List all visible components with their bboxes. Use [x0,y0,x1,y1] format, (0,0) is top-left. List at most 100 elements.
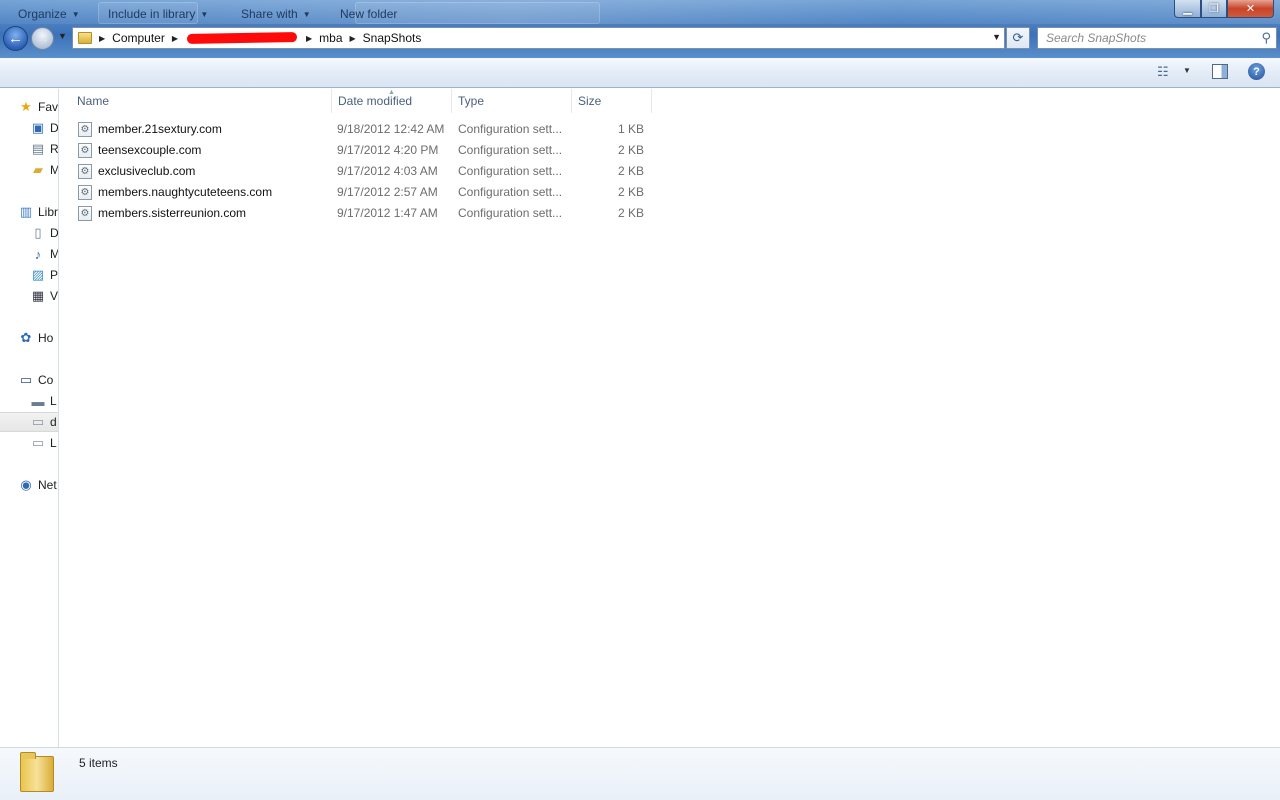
organize-button[interactable]: Organize ▼ [18,7,80,21]
chevron-down-icon: ▼ [200,9,209,19]
network-icon: ◉ [20,477,32,492]
file-row[interactable]: ⚙ exclusiveclub.com 9/17/2012 4:03 AM Co… [75,161,655,182]
nav-label: D [50,226,59,240]
close-icon: ✕ [1245,3,1256,15]
libraries-icon: ▥ [19,204,33,219]
search-icon[interactable]: ⚲ [1261,30,1271,46]
star-icon: ★ [20,99,32,114]
chevron-down-icon: ▼ [302,9,311,19]
column-separator[interactable] [651,89,652,113]
nav-desktop[interactable]: ▣ D [30,118,58,138]
nav-drive[interactable]: ▭ L [30,433,58,453]
config-file-icon: ⚙ [78,185,92,200]
nav-label: V [50,289,59,303]
column-date-label: Date modified [338,94,413,108]
refresh-button[interactable]: ⟳ [1006,27,1030,49]
nav-music[interactable]: ♪ M [30,244,58,264]
file-name: member.21sextury.com [98,122,222,136]
column-type-label: Type [458,94,485,108]
nav-label: Co [38,373,54,387]
share-with-button[interactable]: Share with ▼ [241,7,311,21]
nav-label: Libr [38,205,59,219]
file-row[interactable]: ⚙ member.21sextury.com 9/18/2012 12:42 A… [75,119,655,140]
include-in-library-label: Include in library [108,7,196,21]
music-icon: ♪ [34,246,42,262]
search-input[interactable]: Search SnapShots ⚲ [1037,27,1277,49]
videos-icon: ▦ [31,288,45,303]
documents-icon: ▯ [34,225,42,240]
chevron-right-icon[interactable]: ▶ [99,34,105,43]
help-icon[interactable]: ? [1248,63,1265,80]
file-date: 9/17/2012 4:03 AM [337,164,438,178]
nav-label: M [50,163,59,177]
forward-button[interactable]: → [31,27,54,50]
nav-local-disk[interactable]: ▬ L [30,391,58,411]
nav-recent-places[interactable]: ▤ R [30,139,59,159]
folder-icon [20,752,54,792]
file-list-pane: Name ▲ Date modified Type Size ⚙ member.… [60,89,1280,747]
file-name: members.sisterreunion.com [98,206,247,220]
address-dropdown-icon[interactable]: ▼ [992,32,1001,42]
file-row[interactable]: ⚙ members.sisterreunion.com 9/17/2012 1:… [75,203,655,224]
command-bar [0,58,1280,88]
breadcrumb-mba[interactable]: mba [319,31,342,45]
file-size: 2 KB [617,164,644,178]
view-options-dropdown[interactable]: ▼ [1183,66,1191,75]
nav-documents[interactable]: ▯ D [30,223,59,243]
minimize-icon: ▁ [1183,3,1192,15]
address-bar[interactable]: ▶ Computer ▶ ▶ mba ▶ SnapShots ▼ [72,27,1005,49]
folder-icon [78,32,92,44]
nav-label: R [50,142,59,156]
item-count: 5 items [79,756,118,770]
nav-libraries[interactable]: ▥ Libr [18,202,59,222]
new-folder-button[interactable]: New folder [340,7,397,21]
details-pane: 5 items [0,747,1280,800]
nav-computer[interactable]: ▭ Co [18,370,58,390]
nav-label: Ho [38,331,54,345]
column-header-date-modified[interactable]: Date modified [321,89,451,113]
maximize-button[interactable]: ❐ [1201,0,1227,18]
nav-pictures[interactable]: ▨ P [30,265,58,285]
config-file-icon: ⚙ [78,206,92,221]
change-view-icon[interactable]: ☷ [1157,64,1175,80]
column-header-size[interactable]: Size [561,89,651,113]
file-row[interactable]: ⚙ members.naughtycuteteens.com 9/17/2012… [75,182,655,203]
nav-folder[interactable]: ▰ M [30,160,59,180]
homegroup-icon: ✿ [20,330,32,345]
include-in-library-button[interactable]: Include in library ▼ [108,7,208,21]
file-size: 2 KB [617,206,644,220]
pictures-icon: ▨ [31,267,45,282]
nav-network[interactable]: ◉ Net [18,475,58,495]
file-date: 9/17/2012 1:47 AM [337,206,438,220]
breadcrumb-snapshots[interactable]: SnapShots [363,31,422,45]
nav-label: Fav [38,100,59,114]
file-row[interactable]: ⚙ teensexcouple.com 9/17/2012 4:20 PM Co… [75,140,655,161]
column-header-name[interactable]: Name [60,89,331,113]
file-type: Configuration sett... [458,206,563,220]
nav-videos[interactable]: ▦ V [30,286,59,306]
nav-homegroup[interactable]: ✿ Ho [18,328,58,348]
column-header-type[interactable]: Type [441,89,571,113]
share-with-label: Share with [241,7,298,21]
new-folder-label: New folder [340,7,398,21]
chevron-down-icon: ▼ [71,9,80,19]
file-type: Configuration sett... [458,143,563,157]
preview-pane-icon[interactable] [1212,64,1228,79]
file-name: teensexcouple.com [98,143,202,157]
minimize-button[interactable]: ▁ [1174,0,1201,18]
close-button[interactable]: ✕ [1227,0,1274,18]
back-button[interactable]: ← [3,26,28,51]
nav-drive-selected[interactable]: ▭ d [0,412,58,432]
redaction-mark [186,32,298,44]
back-arrow-icon: ← [8,30,23,47]
folder-icon: ▰ [33,162,43,177]
breadcrumb-computer[interactable]: Computer [112,31,165,45]
column-name-label: Name [77,94,110,108]
chevron-right-icon[interactable]: ▶ [172,34,178,43]
chevron-right-icon[interactable]: ▶ [306,34,312,43]
nav-label: d [50,415,57,429]
chevron-right-icon[interactable]: ▶ [350,34,356,43]
recent-pages-dropdown[interactable]: ▼ [58,31,67,41]
nav-favorites[interactable]: ★ Fav [18,97,59,117]
file-date: 9/17/2012 4:20 PM [337,143,439,157]
